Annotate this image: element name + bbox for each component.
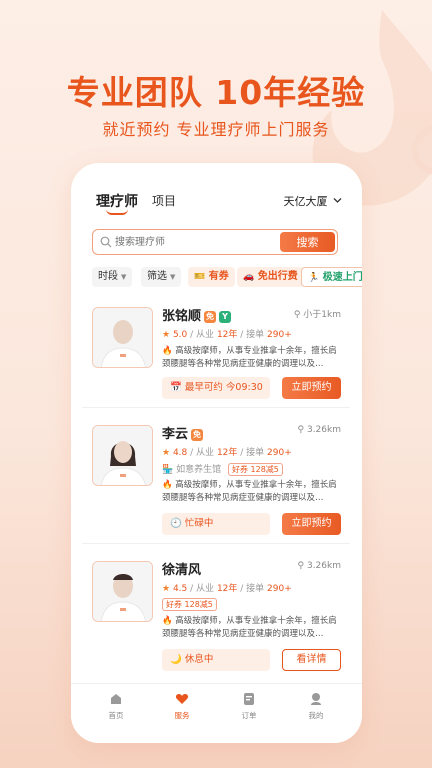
distance: ⚲ 小于1km xyxy=(293,310,341,320)
tab-mine[interactable]: 我的 xyxy=(296,692,336,721)
orders: 290+ xyxy=(267,448,292,458)
filter-options[interactable]: 筛选 ▼ xyxy=(141,267,182,287)
location-label: 天亿大厦 xyxy=(283,195,328,208)
book-now-button[interactable]: 立即预约 xyxy=(282,513,341,535)
tab-home[interactable]: 首页 xyxy=(96,692,136,721)
running-icon: 🏃 xyxy=(308,273,320,283)
search-icon xyxy=(100,236,112,248)
coupon-badge: 好券 128减5 xyxy=(162,598,217,611)
therapist-description: 🔥 高级按摩师，从事专业推拿十余年，擅长肩颈腰腿等各种常见病症亚健康的调理以及… xyxy=(162,616,337,639)
flame-icon: 🔥 xyxy=(162,480,173,490)
status-resting: 🌙 休息中 xyxy=(162,649,270,671)
therapist-name: 张铭顺免 Y xyxy=(162,305,232,324)
therapist-description: 🔥 高级按摩师，从事专业推拿十余年，擅长肩颈腰腿等各种常见病症亚健康的调理以及… xyxy=(162,346,337,369)
shop-info: 🏪 如意养生馆 好券 128减5 xyxy=(162,462,283,476)
top-tabs: 理疗师 项目 天亿大厦 xyxy=(71,191,362,221)
shop-name: 如意养生馆 xyxy=(176,465,222,475)
filter-fast[interactable]: 🏃 极速上门 xyxy=(301,267,362,287)
bottom-tab-bar: 首页 服务 订单 我的 xyxy=(71,683,362,743)
view-details-button[interactable]: 看详情 xyxy=(282,649,341,671)
distance: ⚲ 3.26km xyxy=(297,561,342,571)
location-selector[interactable]: 天亿大厦 xyxy=(284,193,343,209)
years: 12年 xyxy=(216,330,238,340)
coupon-icon: 🎫 xyxy=(194,272,206,282)
filter-free-fare[interactable]: 🚗 免出行费 xyxy=(237,267,304,287)
rating: 4.8 xyxy=(172,448,188,458)
filter-coupon-label: 有券 xyxy=(208,271,229,282)
order-icon xyxy=(244,693,254,705)
filter-bar: 时段 ▼ 筛选 ▼ 🎫 有券 🚗 免出行费 🏃 极速上门 xyxy=(92,267,362,287)
free-badge: 免 xyxy=(191,429,204,441)
therapist-card[interactable]: 张铭顺免 Y ⚲ 小于1km ★ 5.0 / 从业 12年 / 接单 290+ 🔥… xyxy=(92,303,341,423)
therapist-stats: ★ 4.5 / 从业 12年 / 接单 290+ xyxy=(162,584,292,594)
hero-title: 专业团队 10年经验 xyxy=(66,73,366,112)
status-busy: 🕘 忙碌中 xyxy=(162,513,270,535)
verified-badge: Y xyxy=(219,311,232,323)
clock-icon: 🕘 xyxy=(170,518,182,529)
therapist-name: 李云免 xyxy=(162,427,204,442)
therapist-card[interactable]: 李云免 ⚲ 3.26km ★ 4.8 / 从业 12年 / 接单 290+ 🏪 … xyxy=(92,421,341,541)
filter-fast-label: 极速上门 xyxy=(322,272,362,283)
location-pin-icon: ⚲ xyxy=(297,561,305,571)
rating: 4.5 xyxy=(172,584,188,594)
orders: 290+ xyxy=(267,330,292,340)
therapist-stats: ★ 4.8 / 从业 12年 / 接单 290+ xyxy=(162,448,292,458)
status-earliest: 📅 最早可约 今09:30 xyxy=(162,377,270,399)
book-now-button[interactable]: 立即预约 xyxy=(282,377,341,399)
home-icon xyxy=(111,694,121,704)
star-icon: ★ xyxy=(162,448,171,458)
filter-free-fare-label: 免出行费 xyxy=(257,271,298,282)
coupon-row: 好券 128减5 xyxy=(162,598,217,611)
therapist-card[interactable]: 徐清风 ⚲ 3.26km ★ 4.5 / 从业 12年 / 接单 290+ 好券… xyxy=(92,557,341,677)
avatar xyxy=(92,425,153,486)
therapist-stats: ★ 5.0 / 从业 12年 / 接单 290+ xyxy=(162,330,292,340)
moon-icon: 🌙 xyxy=(170,654,182,665)
flame-icon: 🔥 xyxy=(162,346,173,356)
divider xyxy=(82,543,350,544)
hero-subtitle: 就近预约 专业理疗师上门服务 xyxy=(102,120,330,139)
rating: 5.0 xyxy=(172,330,188,340)
distance: ⚲ 3.26km xyxy=(297,425,342,435)
chevron-down-icon xyxy=(333,198,342,203)
tab-therapist[interactable]: 理疗师 xyxy=(96,191,138,211)
star-icon: ★ xyxy=(162,584,171,594)
location-pin-icon: ⚲ xyxy=(293,310,301,320)
tab-orders[interactable]: 订单 xyxy=(229,692,269,721)
divider xyxy=(82,407,350,408)
user-icon xyxy=(311,693,321,705)
avatar xyxy=(92,561,153,622)
phone-frame: 理疗师 项目 天亿大厦 搜索 时段▼ 筛选▼ 🎫 有券 🚗 免出行费 🏃 极速上… xyxy=(71,163,362,743)
filter-time-label: 时段 xyxy=(98,271,118,282)
coupon-badge: 好券 128减5 xyxy=(227,463,283,476)
search-input[interactable] xyxy=(115,233,275,251)
tab-project[interactable]: 项目 xyxy=(152,192,176,209)
star-icon: ★ xyxy=(162,330,171,340)
shop-icon: 🏪 xyxy=(162,465,174,475)
caret-down-icon: ▼ xyxy=(170,273,176,281)
avatar xyxy=(92,307,153,368)
search-bar: 搜索 xyxy=(92,229,338,255)
heart-icon xyxy=(175,694,189,704)
therapist-name: 徐清风 xyxy=(162,563,202,578)
tab-service[interactable]: 服务 xyxy=(162,692,202,721)
filter-coupon[interactable]: 🎫 有券 xyxy=(188,267,235,287)
filter-options-label: 筛选 xyxy=(147,271,167,282)
free-badge: 免 xyxy=(204,311,217,323)
search-button[interactable]: 搜索 xyxy=(280,232,335,252)
location-pin-icon: ⚲ xyxy=(297,425,305,435)
tab-underline xyxy=(106,209,128,215)
flame-icon: 🔥 xyxy=(162,616,173,626)
caret-down-icon: ▼ xyxy=(121,273,127,281)
calendar-icon: 📅 xyxy=(170,382,182,393)
years: 12年 xyxy=(216,448,238,458)
years: 12年 xyxy=(216,584,238,594)
car-icon: 🚗 xyxy=(243,272,255,282)
orders: 290+ xyxy=(267,584,292,594)
therapist-description: 🔥 高级按摩师，从事专业推拿十余年，擅长肩颈腰腿等各种常见病症亚健康的调理以及… xyxy=(162,480,337,503)
filter-time[interactable]: 时段 ▼ xyxy=(92,267,133,287)
